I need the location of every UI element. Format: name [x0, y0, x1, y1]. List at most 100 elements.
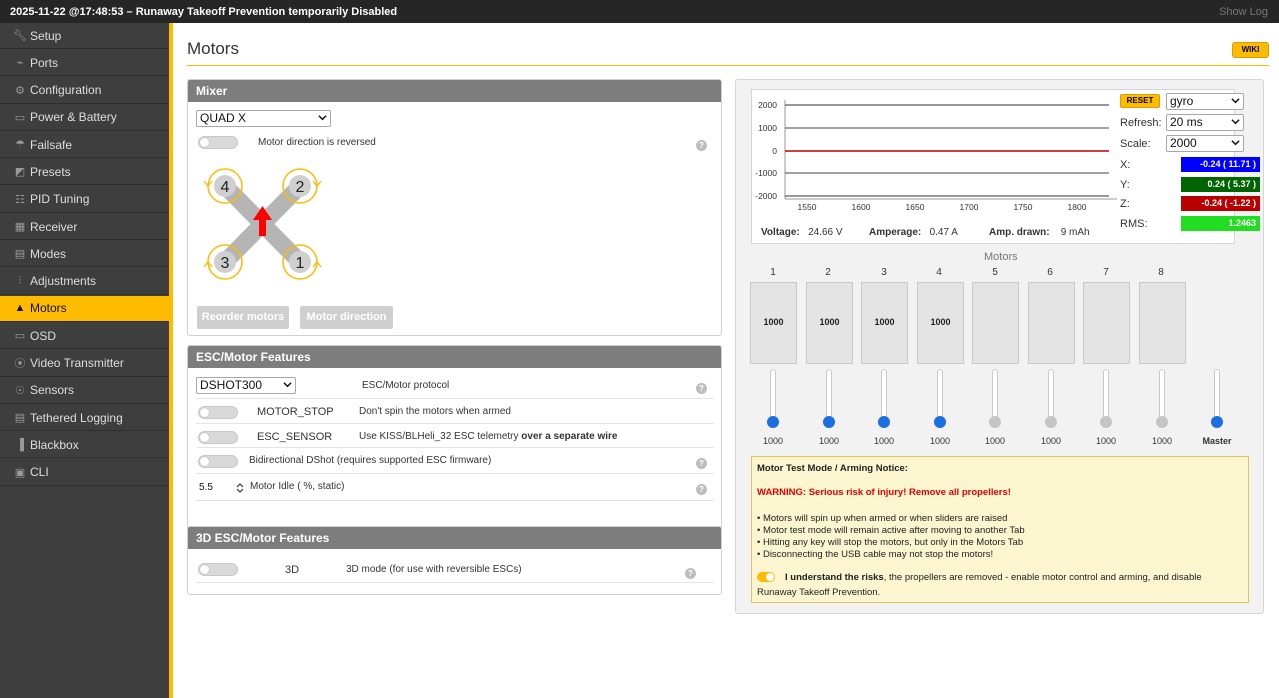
sensor-icon: ☉	[15, 384, 25, 397]
help-icon[interactable]: ?	[685, 568, 696, 579]
esc-features-header: ESC/Motor Features	[188, 346, 721, 368]
understand-risks-toggle[interactable]	[757, 572, 775, 582]
sidebar-item-failsafe[interactable]: ☂ Failsafe	[0, 132, 169, 159]
title-divider	[187, 65, 1269, 66]
motor-slider-6[interactable]	[1045, 369, 1057, 428]
esc-sensor-toggle[interactable]	[198, 431, 238, 444]
x-tick-label: 1800	[1068, 202, 1087, 212]
sidebar-item-setup[interactable]: 🔧︎ Setup	[0, 23, 169, 49]
x-axis-value-badge: -0.24 ( 11.71 )	[1181, 157, 1260, 172]
motor-stop-toggle[interactable]	[198, 406, 238, 419]
motor-slider-value: 1000	[1095, 436, 1117, 446]
sidebar-item-label: Video Transmitter	[30, 356, 124, 371]
motor-slider-2[interactable]	[823, 369, 835, 428]
slider-knob[interactable]	[878, 416, 890, 428]
esc-protocol-select[interactable]: DSHOT300	[196, 377, 296, 394]
sidebar-item-label: Adjustments	[30, 274, 97, 289]
motor-direction-reversed-toggle[interactable]	[198, 136, 238, 149]
motor-slider-5[interactable]	[989, 369, 1001, 428]
sidebar-item-pid-tuning[interactable]: ☷ PID Tuning	[0, 187, 169, 213]
graph-scale-select[interactable]: 2000	[1166, 135, 1244, 152]
sidebar-item-motors[interactable]: ▲ Motors	[0, 295, 169, 322]
motor-idle-label: Motor Idle ( %, static)	[250, 481, 345, 492]
motor-direction-reversed-label: Motor direction is reversed	[258, 137, 376, 148]
motor-number-label: 3	[221, 255, 230, 272]
sensor-graph: 2000 1000 0 -1000 -2000 1550 1600 1650 1…	[755, 100, 1117, 212]
slider-knob[interactable]	[767, 416, 779, 428]
notice-bullet: • Motors will spin up when armed or when…	[757, 513, 1008, 524]
sidebar-item-cli[interactable]: ▣ CLI	[0, 460, 169, 486]
slider-knob[interactable]	[1100, 416, 1112, 428]
help-icon[interactable]: ?	[696, 458, 707, 469]
graph-source-value: gyro	[1170, 94, 1194, 108]
mixer-panel: Mixer QUAD X Motor direction is reversed…	[187, 79, 722, 336]
motor-slider-value: 1000	[984, 436, 1006, 446]
sidebar-item-configuration[interactable]: ⚙ Configuration	[0, 78, 169, 104]
mode-3d-toggle[interactable]	[198, 563, 238, 576]
motor-icon: ▲	[14, 302, 26, 315]
help-icon[interactable]: ?	[696, 140, 707, 151]
sidebar-item-label: Setup	[30, 28, 62, 43]
motor-number: 3	[881, 267, 887, 278]
slider-knob[interactable]	[823, 416, 835, 428]
bidirectional-dshot-toggle[interactable]	[198, 455, 238, 468]
sidebar-item-osd[interactable]: ▭ OSD	[0, 323, 169, 350]
spinner-arrows-icon[interactable]	[236, 482, 244, 494]
understand-risks-line2: Runaway Takeoff Prevention.	[757, 587, 881, 598]
motor-direction-button[interactable]: Motor direction	[300, 306, 393, 329]
battery-icon: ▭	[14, 111, 26, 124]
sidebar-item-modes[interactable]: ▤ Modes	[0, 241, 169, 268]
slider-knob[interactable]	[989, 416, 1001, 428]
motor-slider-7[interactable]	[1100, 369, 1112, 428]
motor-number-label: 2	[296, 179, 305, 196]
motor-idle-input[interactable]: 5.5	[197, 480, 244, 497]
sidebar-item-label: Configuration	[30, 83, 102, 98]
sidebar-item-power-battery[interactable]: ▭ Power & Battery	[0, 105, 169, 131]
motor-value-box	[972, 282, 1019, 364]
sidebar-item-adjustments[interactable]: ⫶ Adjustments	[0, 269, 169, 295]
help-icon[interactable]: ?	[696, 484, 707, 495]
motor-number: 8	[1158, 267, 1164, 278]
sidebar-item-blackbox[interactable]: ▐ Blackbox	[0, 432, 169, 459]
motor-slider-8[interactable]	[1156, 369, 1168, 428]
motor-slider-4[interactable]	[934, 369, 946, 428]
graph-source-select[interactable]: gyro	[1166, 93, 1244, 110]
help-icon[interactable]: ?	[696, 383, 707, 394]
sidebar-item-label: Modes	[30, 246, 67, 261]
slider-knob[interactable]	[1045, 416, 1057, 428]
graph-refresh-value: 20 ms	[1170, 115, 1203, 129]
notice-title: Motor Test Mode / Arming Notice:	[757, 463, 908, 474]
sidebar-item-receiver[interactable]: ▦ Receiver	[0, 214, 169, 241]
motors-section-title: Motors	[984, 251, 1018, 263]
notice-bullet: • Hitting any key will stop the motors, …	[757, 537, 1024, 548]
esc-3d-header: 3D ESC/Motor Features	[188, 527, 721, 549]
sidebar-item-video-transmitter[interactable]: ⦿ Video Transmitter	[0, 351, 169, 377]
motor-slider-3[interactable]	[878, 369, 890, 428]
graph-refresh-select[interactable]: 20 ms	[1166, 114, 1244, 131]
slider-knob[interactable]	[1156, 416, 1168, 428]
motor-slider-value: 1000	[929, 436, 951, 446]
motor-slider-1[interactable]	[767, 369, 779, 428]
wiki-button[interactable]: WIKI	[1232, 42, 1269, 58]
mixer-select[interactable]: QUAD X	[196, 110, 331, 127]
sidebar-item-sensors[interactable]: ☉ Sensors	[0, 378, 169, 404]
refresh-label: Refresh:	[1120, 117, 1162, 129]
graph-reset-button[interactable]: RESET	[1120, 94, 1160, 108]
mixer-header: Mixer	[188, 80, 721, 102]
sidebar-item-presets[interactable]: ◩ Presets	[0, 159, 169, 186]
toggle-knob	[766, 573, 774, 581]
master-slider[interactable]	[1211, 369, 1223, 428]
slider-knob[interactable]	[934, 416, 946, 428]
reorder-motors-button[interactable]: Reorder motors	[197, 306, 289, 329]
sidebar-item-ports[interactable]: ⌁ Ports	[0, 50, 169, 77]
y-axis-label: Y:	[1120, 179, 1130, 191]
top-status-bar: 2025-11-22 @17:48:53 – Runaway Takeoff P…	[0, 0, 1279, 23]
sidebar-item-tethered-logging[interactable]: ▤ Tethered Logging	[0, 405, 169, 432]
motor-value-box	[1139, 282, 1186, 364]
row-divider	[196, 447, 714, 448]
slider-knob[interactable]	[1211, 416, 1223, 428]
show-log-link[interactable]: Show Log	[1219, 6, 1268, 18]
motor-idle-value: 5.5	[199, 482, 213, 493]
sidebar-item-label: Power & Battery	[30, 110, 117, 125]
esc-features-panel: ESC/Motor Features DSHOT300 ESC/Motor pr…	[187, 345, 722, 533]
